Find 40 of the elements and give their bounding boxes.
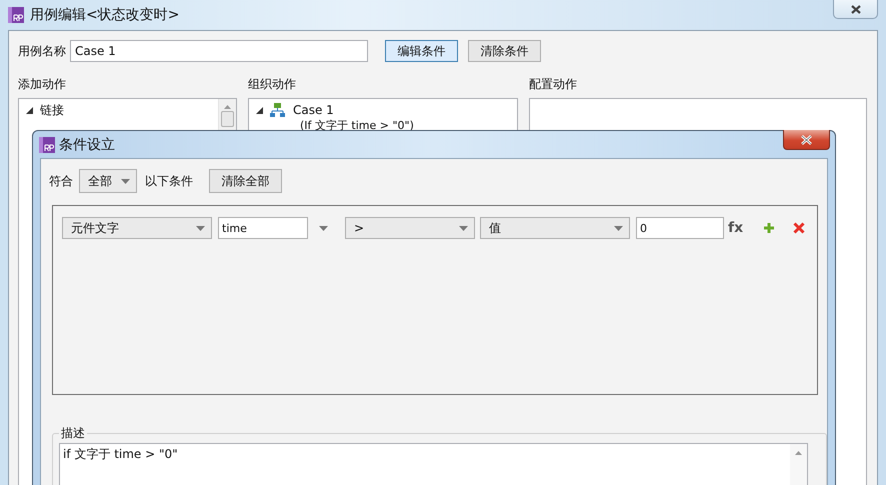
tree-item[interactable]: Case 1 <box>293 103 334 117</box>
case-flow-icon <box>270 103 285 117</box>
caret-icon <box>459 226 468 230</box>
clear-all-button[interactable]: 清除全部 <box>209 169 282 193</box>
condition-text: (If 文字于 time > "0") <box>299 118 415 131</box>
scrollbar-thumb[interactable] <box>221 111 234 127</box>
caret-icon <box>614 226 623 230</box>
close-icon <box>850 4 862 14</box>
match-label: 符合 <box>49 172 73 190</box>
description-label: 描述 <box>60 425 86 442</box>
fx-button[interactable]: fx <box>728 220 744 236</box>
target-dropdown[interactable]: 元件文字 <box>62 217 212 239</box>
value-field[interactable]: 0 <box>636 217 724 239</box>
close-button[interactable] <box>833 0 878 19</box>
tree-item[interactable]: 链接 <box>40 102 64 118</box>
section-label: 添加动作 <box>18 76 67 93</box>
operator-dropdown[interactable]: > <box>345 217 475 239</box>
caret-icon <box>196 226 205 230</box>
match-suffix: 以下条件 <box>145 172 193 190</box>
close-button[interactable] <box>783 130 830 150</box>
section-label: 组织动作 <box>248 76 297 93</box>
scroll-up-icon[interactable] <box>794 450 803 456</box>
widget-field[interactable]: time <box>218 217 308 239</box>
case-name-field[interactable]: Case 1 <box>70 40 368 62</box>
field-label: 用例名称 <box>18 42 66 60</box>
action-button[interactable]: 清除条件 <box>468 40 541 62</box>
section-label: 配置动作 <box>529 76 578 93</box>
match-dropdown[interactable]: 全部 <box>79 169 137 193</box>
delete-icon[interactable] <box>793 222 806 234</box>
value-type-dropdown[interactable]: 值 <box>480 217 630 239</box>
window-title: 用例编辑<状态改变时> <box>30 6 180 24</box>
dialog-title: 条件设立 <box>59 136 115 154</box>
caret-icon[interactable] <box>319 226 328 230</box>
app-icon <box>39 136 55 152</box>
add-icon[interactable] <box>763 222 776 234</box>
caret-icon <box>121 178 130 184</box>
close-icon <box>800 134 813 146</box>
action-button[interactable]: 编辑条件 <box>385 40 458 62</box>
description-box[interactable]: if 文字于 time > "0" <box>59 443 808 485</box>
app-icon <box>8 7 24 23</box>
